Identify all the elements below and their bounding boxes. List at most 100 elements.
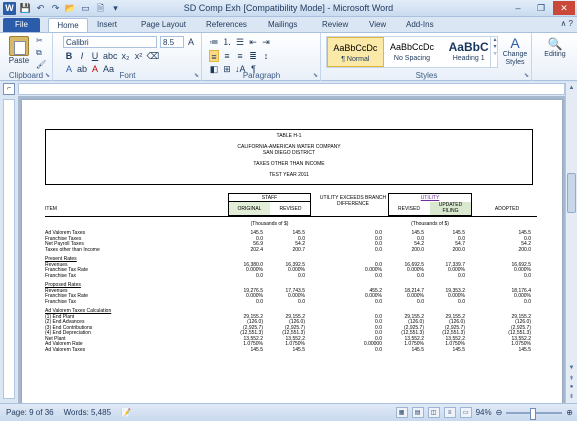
row-value: 145.5 [411, 346, 424, 353]
underline-icon[interactable]: U [90, 50, 100, 62]
row-value: 145.5 [250, 346, 263, 353]
font-launcher-icon[interactable]: ⬊ [194, 72, 199, 79]
row-value: 200.0 [452, 246, 465, 253]
minimize-ribbon-icon[interactable]: ∧ [560, 19, 566, 28]
row-label: Franchise Tax [45, 272, 77, 279]
tab-references[interactable]: References [206, 18, 247, 32]
clipboard-launcher-icon[interactable]: ⬊ [45, 72, 50, 79]
list-row: ≔ ⒈ ☰ ⇤ ⇥ [209, 36, 271, 48]
window-controls: – ❐ ✕ [507, 1, 575, 15]
align-left-icon[interactable]: ≡ [209, 50, 219, 62]
scroll-up-icon[interactable]: ▲ [566, 85, 577, 91]
print-layout-view-icon[interactable]: ▦ [395, 407, 408, 418]
previous-page-icon[interactable]: ⇞ [566, 375, 577, 382]
row-value: 0.0 [458, 272, 465, 279]
paragraph-launcher-icon[interactable]: ⬊ [313, 72, 318, 79]
style-heading-1[interactable]: AaBbC Heading 1 [440, 37, 497, 67]
justify-icon[interactable]: ≣ [248, 50, 258, 62]
tab-view[interactable]: View [369, 18, 386, 32]
cut-icon[interactable]: ✂ [36, 36, 46, 46]
item-label: ITEM [45, 206, 57, 212]
numbering-icon[interactable]: ⒈ [222, 36, 232, 48]
line-spacing-icon[interactable]: ↕ [261, 50, 271, 62]
tab-insert[interactable]: Insert [97, 18, 117, 32]
paste-icon [9, 36, 29, 56]
italic-icon[interactable]: I [77, 50, 87, 62]
alignment-row: ≡ ≡ ≡ ≣ ↕ [209, 50, 271, 62]
row-value: 145.5 [292, 346, 305, 353]
tab-home[interactable]: Home [48, 18, 88, 32]
subscript-icon[interactable]: x₂ [121, 50, 131, 62]
clear-format-icon[interactable]: ⌫ [147, 50, 160, 62]
editing-group: 🔍 Editing [533, 33, 577, 81]
status-left: Page: 9 of 36 Words: 5,485 📝 [6, 408, 131, 417]
decrease-indent-icon[interactable]: ⇤ [248, 36, 258, 48]
tab-file[interactable]: File [3, 18, 40, 32]
row-value: 200.0 [411, 246, 424, 253]
tab-page-layout[interactable]: Page Layout [141, 18, 186, 32]
original-label: ORIGINAL [237, 206, 262, 212]
outline-view-icon[interactable]: ≡ [443, 407, 456, 418]
editing-button[interactable]: 🔍 Editing [537, 37, 573, 58]
document-page[interactable]: TABLE H-1 CALIFORNIA-AMERICAN WATER COMP… [22, 100, 562, 403]
vertical-ruler[interactable] [3, 99, 15, 399]
paragraph-group-label: Paragraph [242, 71, 281, 80]
page-count[interactable]: Page: 9 of 36 [6, 408, 54, 417]
vertical-scrollbar[interactable]: ▲ ▼ ⇞ ● ⇟ [565, 83, 577, 403]
select-browse-object-icon[interactable]: ● [566, 384, 577, 390]
web-layout-icon[interactable]: ◫ [427, 407, 440, 418]
font-size-combo[interactable]: 8.5 [160, 36, 184, 48]
row-value: 0.0 [524, 272, 531, 279]
styles-gallery: AaBbCcDc ¶ Normal AaBbCcDc No Spacing Aa… [326, 36, 498, 68]
help-icon[interactable]: ? [569, 19, 573, 28]
style-no-spacing[interactable]: AaBbCcDc No Spacing [384, 37, 441, 67]
font-format-row: B I U abc x₂ x² ⌫ [64, 50, 160, 62]
zoom-level[interactable]: 94% [476, 408, 492, 417]
style-normal[interactable]: AaBbCcDc ¶ Normal [327, 37, 384, 67]
zoom-in-icon[interactable]: ⊕ [566, 408, 573, 417]
multilevel-list-icon[interactable]: ☰ [235, 36, 245, 48]
row-value: 0.0 [375, 272, 382, 279]
minimize-button[interactable]: – [507, 1, 529, 15]
scroll-thumb[interactable] [567, 173, 576, 213]
bullets-icon[interactable]: ≔ [209, 36, 219, 48]
copy-icon[interactable]: ⧉ [36, 48, 46, 58]
close-button[interactable]: ✕ [553, 1, 575, 15]
horizontal-ruler[interactable] [18, 83, 565, 95]
bold-icon[interactable]: B [64, 50, 74, 62]
district-name: SAN DIEGO DISTRICT [262, 150, 316, 156]
word-count[interactable]: Words: 5,485 [64, 408, 111, 417]
table-subject: TAXES OTHER THAN INCOME [253, 161, 325, 167]
styles-launcher-icon[interactable]: ⬊ [524, 72, 529, 79]
strikethrough-icon[interactable]: abc [103, 50, 118, 62]
proofing-icon[interactable]: 📝 [121, 408, 131, 417]
zoom-out-icon[interactable]: ⊖ [496, 408, 503, 417]
font-name-combo[interactable]: Calibri [63, 36, 157, 48]
zoom-slider[interactable] [506, 407, 563, 420]
tab-add-ins[interactable]: Add-Ins [406, 18, 434, 32]
styles-scroll[interactable]: ▴ ▾ ▿ [490, 36, 499, 68]
scroll-down-icon[interactable]: ▼ [566, 365, 577, 371]
ruler-toggle-icon[interactable]: ⌐ [3, 83, 15, 95]
row-value: 200.0 [518, 246, 531, 253]
restore-button[interactable]: ❐ [530, 1, 552, 15]
paste-button[interactable]: Paste [6, 36, 32, 70]
change-styles-button[interactable]: A Change Styles [500, 35, 530, 67]
grow-font-icon[interactable]: A [186, 36, 196, 48]
tab-review[interactable]: Review [322, 18, 348, 32]
draft-view-icon[interactable]: ▭ [459, 407, 472, 418]
row-value: 0.0 [375, 246, 382, 253]
style-sample: AaBbC [448, 40, 489, 54]
tab-mailings[interactable]: Mailings [268, 18, 297, 32]
row-value: 145.5 [518, 346, 531, 353]
next-page-icon[interactable]: ⇟ [566, 393, 577, 400]
format-painter-icon[interactable]: 🖌 [36, 60, 46, 70]
full-screen-reading-icon[interactable]: ▤ [411, 407, 424, 418]
style-sample: AaBbCcDc [333, 43, 378, 53]
align-center-icon[interactable]: ≡ [222, 50, 232, 62]
align-right-icon[interactable]: ≡ [235, 50, 245, 62]
row-value: 200.7 [292, 246, 305, 253]
superscript-icon[interactable]: x² [134, 50, 144, 62]
paragraph-group: ≔ ⒈ ☰ ⇤ ⇥ ≡ ≡ ≡ ≣ ↕ ◧ ⊞ ↓A ¶ Paragraph ⬊ [203, 33, 321, 81]
increase-indent-icon[interactable]: ⇥ [261, 36, 271, 48]
